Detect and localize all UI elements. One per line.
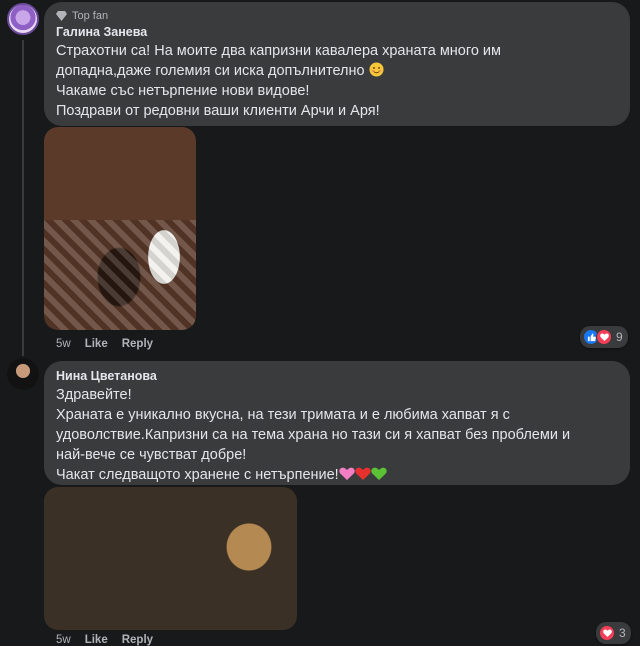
comment-line: Чакаме със нетърпение нови видове! [56,83,310,99]
reaction-summary[interactable]: 9 [580,326,628,348]
thread-line [22,40,24,356]
reply-button[interactable]: Reply [122,634,153,646]
reaction-summary[interactable]: 3 [596,622,631,644]
comment-text: Страхотни са! На моите два капризни кава… [56,41,618,121]
like-button[interactable]: Like [85,634,108,646]
comment-author[interactable]: Нина Цветанова [56,367,618,385]
comment-actions: 5w Like Reply [56,634,153,646]
comment-author[interactable]: Галина Занева [56,23,618,41]
comment-photo[interactable] [44,487,297,630]
comment-line: Здравейте! [56,387,132,403]
reaction-count: 9 [616,330,623,344]
love-reaction-icon [599,625,615,641]
comment-line: удоволствие.Капризни са на тема храна но… [56,427,571,443]
comment-time[interactable]: 5w [56,634,71,646]
reaction-count: 3 [619,626,626,640]
like-button[interactable]: Like [85,338,108,350]
comment-photo[interactable] [44,127,196,330]
diamond-icon [56,10,67,21]
comment-line: най-вече се чувстват добре! [56,447,247,463]
comment-line: Поздрави от редовни ваши клиенти Арчи и … [56,103,380,119]
comment-time[interactable]: 5w [56,338,71,350]
green-heart-icon [371,467,387,480]
comment-line: Храната е уникално вкусна, на тези трима… [56,407,510,423]
red-heart-icon [355,467,371,480]
comment-line: Чакат следващото хранене с нетърпение! [56,465,618,485]
avatar[interactable] [7,3,39,35]
top-fan-badge: Top fan [56,8,618,23]
reply-button[interactable]: Reply [122,338,153,350]
smiling-face-icon [369,62,384,77]
comment-line: допадна,даже големия си иска допълнителн… [56,61,618,81]
comment-line: Страхотни са! На моите два капризни кава… [56,43,501,59]
comment-bubble: Top fan Галина Занева Страхотни са! На м… [44,2,630,126]
badge-label: Top fan [72,9,109,22]
comment-text: Здравейте! Храната е уникално вкусна, на… [56,385,618,485]
comment-bubble: Нина Цветанова Здравейте! Храната е уник… [44,361,630,485]
comment-actions: 5w Like Reply [56,338,153,350]
pink-heart-icon [339,467,355,480]
love-reaction-icon [596,329,612,345]
avatar[interactable] [7,358,39,390]
